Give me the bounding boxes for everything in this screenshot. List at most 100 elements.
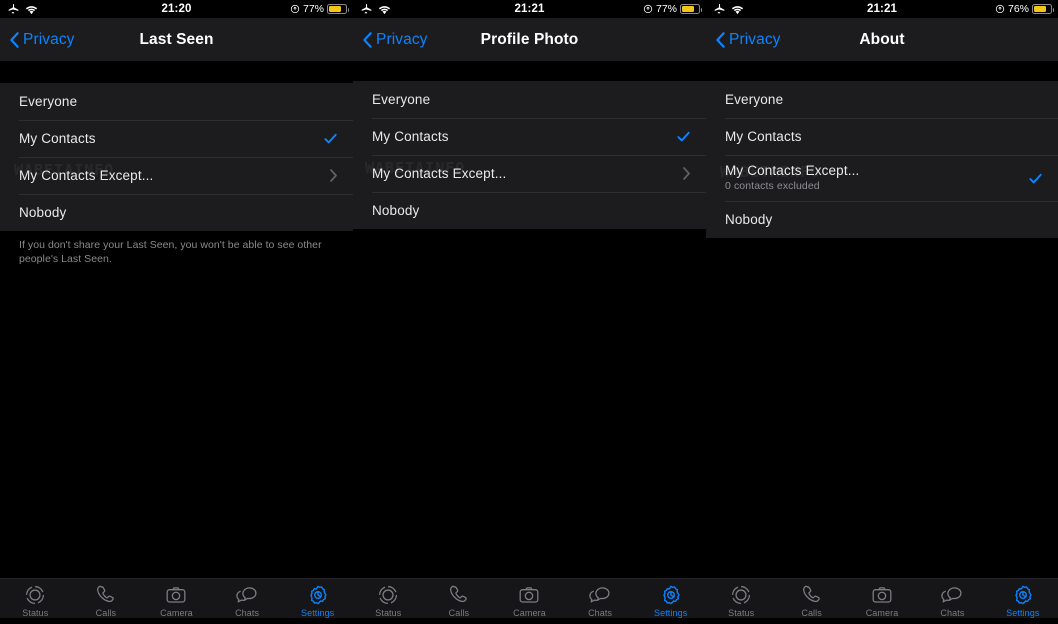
tab-settings[interactable]: Settings	[282, 584, 353, 618]
tab-label: Settings	[1006, 608, 1040, 618]
phone-icon	[802, 585, 820, 603]
page-title: Last Seen	[139, 30, 214, 48]
page-title: Profile Photo	[480, 30, 579, 48]
list-item[interactable]: Nobody	[0, 194, 353, 231]
screen-panel-2: 21:21 77% Privacy Profile Photo Everyone My C…	[353, 0, 706, 624]
tab-label: Settings	[654, 608, 688, 618]
camera-icon	[872, 587, 892, 603]
list-item-label: Everyone	[372, 91, 431, 107]
home-indicator-area	[0, 618, 353, 624]
tab-label: Status	[22, 608, 49, 618]
tab-label: Chats	[588, 608, 613, 618]
tab-label: Settings	[301, 608, 335, 618]
list-item[interactable]: My Contacts Except...	[353, 155, 706, 192]
home-indicator-area	[353, 618, 706, 624]
tab-chats[interactable]: Chats	[565, 584, 636, 618]
list-item[interactable]: Everyone	[706, 81, 1058, 118]
list-item-label: My Contacts	[19, 130, 96, 146]
tab-label: Status	[728, 608, 755, 618]
chevron-right-icon	[683, 167, 690, 180]
list-item[interactable]: My Contacts	[353, 118, 706, 155]
gear-icon	[663, 585, 680, 605]
list-item[interactable]: My Contacts	[706, 118, 1058, 155]
tab-settings[interactable]: Settings	[635, 584, 706, 618]
tab-bar: Status Calls Camera Chats Settings	[353, 578, 706, 624]
list-item-accessory	[329, 168, 338, 183]
tab-calls[interactable]: Calls	[776, 584, 846, 618]
tab-camera[interactable]: Camera	[494, 584, 565, 618]
row-separator	[725, 155, 1058, 156]
status-icon	[26, 585, 45, 605]
privacy-options-list: Everyone My Contacts My Contacts Except...…	[0, 83, 353, 231]
list-item-label: Everyone	[725, 91, 784, 107]
list-top-spacer	[353, 61, 706, 81]
list-item-accessory	[676, 129, 691, 144]
tab-label: Camera	[513, 608, 546, 618]
tab-camera[interactable]: Camera	[141, 584, 212, 618]
status-bar: 21:20 77%	[0, 0, 353, 18]
status-bar-right: 76%	[995, 3, 1054, 15]
navigation-bar: Privacy Profile Photo	[353, 18, 706, 61]
status-icon	[732, 585, 751, 605]
tab-status[interactable]: Status	[0, 584, 71, 618]
battery-percentage: 77%	[302, 3, 324, 15]
list-item[interactable]: My Contacts Except...	[0, 157, 353, 194]
tab-label: Calls	[448, 608, 470, 618]
battery-icon	[1032, 4, 1054, 14]
list-item-text: Everyone	[19, 94, 338, 110]
chats-icon	[236, 587, 257, 603]
list-item-label: My Contacts Except...	[725, 163, 860, 178]
list-item-label: My Contacts Except...	[19, 167, 154, 183]
list-item-label: Nobody	[19, 204, 67, 220]
list-item[interactable]: Everyone	[0, 83, 353, 120]
footer-note: If you don't share your Last Seen, you w…	[0, 231, 353, 266]
gear-icon	[1015, 585, 1032, 605]
tab-label: Calls	[801, 608, 822, 618]
tab-label: Chats	[235, 608, 260, 618]
list-item-text: Nobody	[19, 205, 338, 221]
status-icon	[379, 585, 398, 605]
tab-camera[interactable]: Camera	[847, 584, 917, 618]
list-item-label: Nobody	[372, 202, 420, 218]
tab-label: Camera	[865, 608, 899, 618]
screen-panel-3: 21:21 76% Privacy About Everyone My Contacts M…	[706, 0, 1058, 624]
row-separator	[372, 155, 706, 156]
list-item[interactable]: Nobody	[353, 192, 706, 229]
navigation-bar: Privacy Last Seen	[0, 18, 353, 61]
list-item[interactable]: My Contacts	[0, 120, 353, 157]
tab-label: Calls	[95, 608, 117, 618]
tab-status[interactable]: Status	[353, 584, 424, 618]
list-item[interactable]: Nobody	[706, 201, 1058, 238]
tab-calls[interactable]: Calls	[71, 584, 142, 618]
screen-panel-1: 21:20 77% Privacy Last Seen Everyone My Conta…	[0, 0, 353, 624]
tab-status[interactable]: Status	[706, 584, 776, 618]
list-item-text: Nobody	[372, 203, 691, 219]
privacy-options-list: Everyone My Contacts My Contacts Except...…	[353, 81, 706, 229]
row-separator	[19, 194, 353, 195]
battery-icon	[680, 4, 702, 14]
battery-percentage: 76%	[1007, 3, 1029, 15]
page-title: About	[859, 30, 905, 48]
phone-icon	[449, 585, 467, 603]
tab-calls[interactable]: Calls	[424, 584, 495, 618]
phone-icon	[96, 585, 114, 603]
list-item-text: Everyone	[372, 92, 691, 108]
low-power-icon	[643, 4, 653, 14]
list-item-label: My Contacts	[372, 128, 449, 144]
list-item-accessory	[682, 166, 691, 181]
tab-label: Camera	[160, 608, 193, 618]
chats-icon	[941, 587, 962, 603]
tab-chats[interactable]: Chats	[917, 584, 987, 618]
tab-bar: Status Calls Camera Chats Settings	[706, 578, 1058, 624]
list-item-label: Everyone	[19, 93, 78, 109]
navigation-bar: Privacy About	[706, 18, 1058, 61]
list-item[interactable]: My Contacts Except... 0 contacts excluded	[706, 155, 1058, 201]
tab-settings[interactable]: Settings	[988, 584, 1058, 618]
battery-icon	[327, 4, 349, 14]
list-item[interactable]: Everyone	[353, 81, 706, 118]
list-item-text: My Contacts	[19, 131, 323, 147]
tab-chats[interactable]: Chats	[212, 584, 283, 618]
list-item-text: My Contacts Except...	[372, 166, 682, 182]
check-icon	[324, 133, 337, 144]
list-item-label: Nobody	[725, 211, 773, 227]
